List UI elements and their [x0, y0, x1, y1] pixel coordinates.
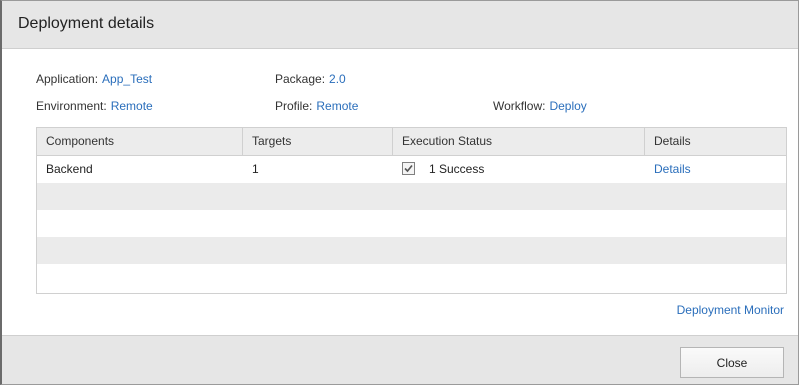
- package-value: 2.0: [329, 72, 346, 86]
- column-header-details[interactable]: Details: [645, 128, 786, 155]
- targets-cell: 1: [252, 162, 259, 176]
- component-cell: Backend: [46, 162, 93, 176]
- application-field: Application: App_Test: [36, 72, 152, 86]
- workflow-field: Workflow: Deploy: [493, 99, 587, 113]
- column-header-execution-status[interactable]: Execution Status: [393, 128, 645, 155]
- table-row-empty: [37, 264, 786, 291]
- profile-label: Profile:: [275, 99, 313, 113]
- deployment-details-dialog: Deployment details Application: App_Test …: [0, 0, 799, 385]
- table-row-empty: [37, 237, 786, 264]
- status-cell: 1 Success: [393, 156, 645, 183]
- status-text: 1 Success: [429, 162, 485, 176]
- table-row-empty: [37, 210, 786, 237]
- dialog-footer: Close: [2, 335, 798, 384]
- application-label: Application:: [36, 72, 99, 86]
- table-header: Components Targets Execution Status Deta…: [37, 128, 786, 156]
- column-header-components[interactable]: Components: [37, 128, 243, 155]
- details-cell: Details: [645, 156, 786, 183]
- dialog-title: Deployment details: [18, 15, 155, 32]
- environment-field: Environment: Remote: [36, 99, 153, 113]
- column-header-targets[interactable]: Targets: [243, 128, 393, 155]
- components-table: Components Targets Execution Status Deta…: [36, 127, 787, 294]
- environment-value: Remote: [110, 99, 153, 113]
- package-field: Package: 2.0: [275, 72, 346, 86]
- environment-label: Environment:: [36, 99, 107, 113]
- table-row[interactable]: Backend 1 1 Success Details: [37, 156, 786, 183]
- dialog-titlebar: Deployment details: [2, 1, 798, 49]
- application-value: App_Test: [102, 72, 153, 86]
- workflow-label: Workflow:: [493, 99, 546, 113]
- table-row-empty: [37, 183, 786, 210]
- profile-field: Profile: Remote: [275, 99, 358, 113]
- profile-value: Remote: [316, 99, 359, 113]
- workflow-value: Deploy: [549, 99, 587, 113]
- package-label: Package:: [275, 72, 326, 86]
- status-check-icon: [402, 162, 415, 176]
- details-link[interactable]: Details: [654, 162, 691, 176]
- deployment-monitor-link[interactable]: Deployment Monitor: [677, 303, 784, 317]
- close-button[interactable]: Close: [680, 347, 784, 378]
